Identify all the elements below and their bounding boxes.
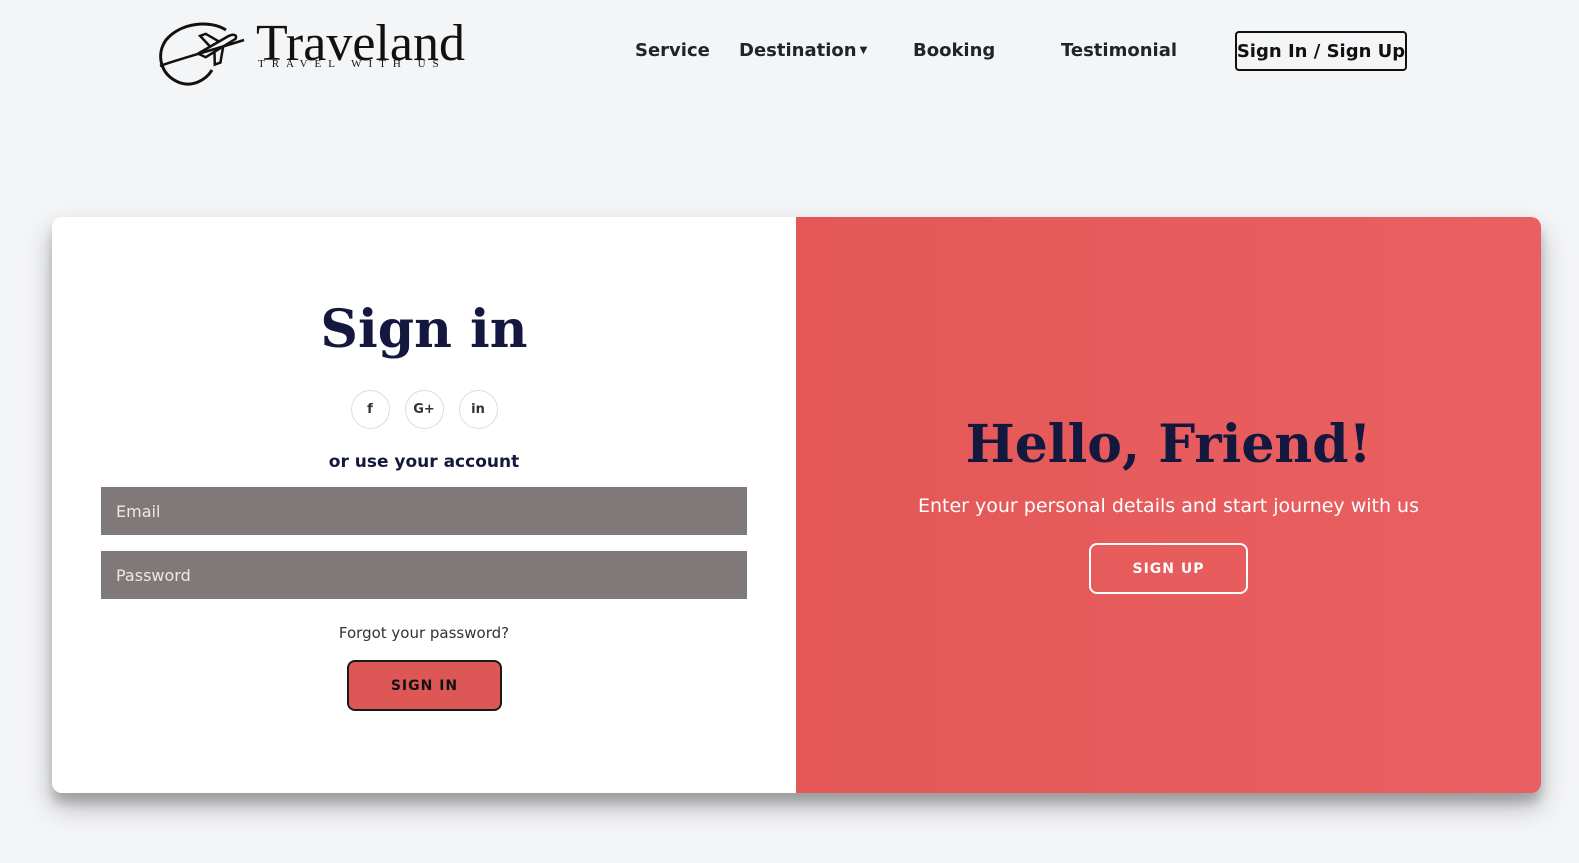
google-plus-icon[interactable]: G+ [404, 390, 444, 429]
nav-signin-signup-button[interactable]: Sign In / Sign Up [1235, 31, 1407, 71]
signin-panel: Sign in f G+ in or use your account Forg… [52, 217, 796, 793]
nav-destination-label: Destination [739, 40, 857, 61]
or-use-account-text: or use your account [328, 452, 520, 472]
hello-description: Enter your personal details and start jo… [917, 495, 1420, 517]
nav-destination[interactable]: Destination ▼ [739, 40, 867, 61]
signin-button[interactable]: SIGN IN [347, 660, 502, 711]
signin-title: Sign in [320, 299, 528, 360]
forgot-password-link[interactable]: Forgot your password? [52, 624, 796, 642]
password-field[interactable] [101, 551, 747, 599]
nav-testimonial[interactable]: Testimonial [1061, 40, 1177, 61]
brand-tagline: TRAVEL WITH US [258, 58, 446, 70]
signup-button[interactable]: SIGN UP [1089, 543, 1248, 594]
facebook-icon[interactable]: f [350, 390, 390, 429]
social-login-row: f G+ in [52, 390, 796, 429]
airplane-logo-icon [159, 22, 245, 86]
email-field[interactable] [101, 487, 747, 535]
nav-service[interactable]: Service [635, 40, 710, 61]
linkedin-icon[interactable]: in [458, 390, 498, 429]
nav-booking[interactable]: Booking [913, 40, 995, 61]
auth-card: Sign in f G+ in or use your account Forg… [52, 217, 1541, 793]
brand-logo[interactable]: Traveland TRAVEL WITH US [156, 14, 476, 86]
caret-down-icon: ▼ [859, 45, 868, 56]
hello-title: Hello, Friend! [965, 414, 1372, 475]
overlay-panel: Hello, Friend! Enter your personal detai… [796, 217, 1541, 793]
